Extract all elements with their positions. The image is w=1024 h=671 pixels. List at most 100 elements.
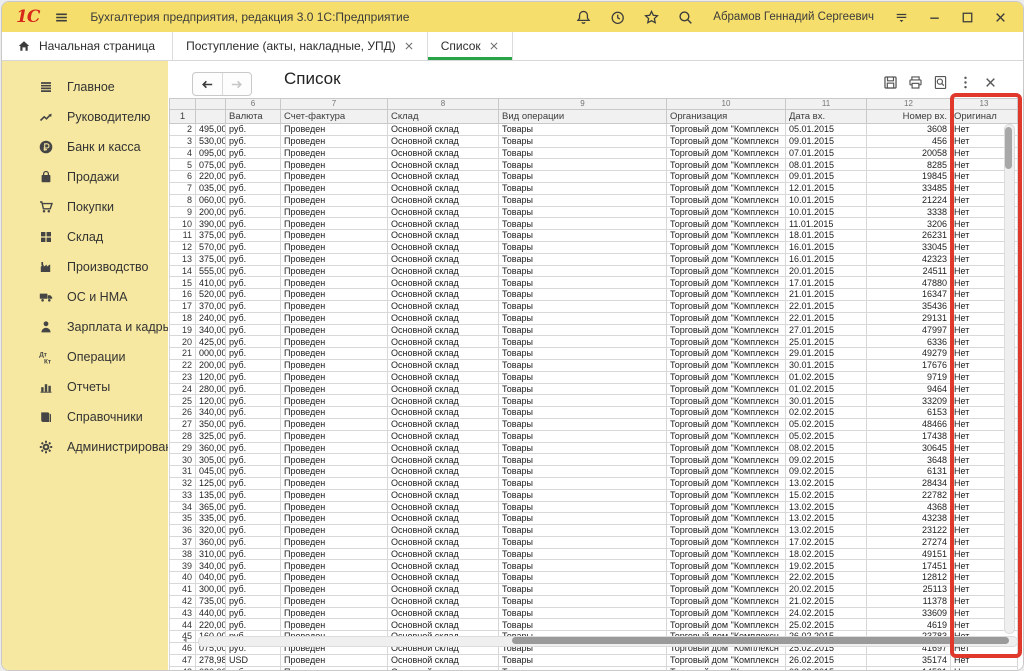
table-cell[interactable]: Основной склад [388,407,499,419]
table-cell[interactable]: руб. [226,595,281,607]
table-cell[interactable]: 12812 [867,572,951,584]
table-cell[interactable]: Проведен [281,206,388,218]
table-cell[interactable]: 47997 [867,324,951,336]
table-cell[interactable]: 425,00 [196,336,226,348]
table-row[interactable]: 36320,00руб.ПроведенОсновной складТовары… [170,525,1018,537]
table-cell[interactable]: 15 [170,277,196,289]
table-row[interactable]: 31045,00руб.ПроведенОсновной складТовары… [170,466,1018,478]
table-cell[interactable]: 33485 [867,182,951,194]
table-cell[interactable]: Основной склад [388,241,499,253]
table-cell[interactable]: Торговый дом "Комплексн [667,159,786,171]
table-row[interactable]: 24280,00руб.ПроведенОсновной складТовары… [170,383,1018,395]
table-cell[interactable]: Проведен [281,312,388,324]
table-cell[interactable]: Торговый дом "Комплексн [667,324,786,336]
table-cell[interactable]: Товары [499,241,667,253]
table-cell[interactable]: Товары [499,324,667,336]
table-cell[interactable]: 20.01.2015 [786,265,867,277]
table-cell[interactable]: 15.02.2015 [786,489,867,501]
table-cell[interactable]: 23 [170,371,196,383]
table-cell[interactable]: 09.02.2015 [786,466,867,478]
table-cell[interactable]: 8285 [867,159,951,171]
table-cell[interactable]: 200,00 [196,206,226,218]
table-cell[interactable]: 35436 [867,300,951,312]
table-cell[interactable]: 4619 [867,619,951,631]
table-cell[interactable]: Товары [499,619,667,631]
table-cell[interactable]: Торговый дом "Комплексн [667,147,786,159]
bell-icon[interactable] [575,9,592,26]
table-cell[interactable]: руб. [226,147,281,159]
table-cell[interactable]: Основной склад [388,548,499,560]
table-cell[interactable]: Торговый дом "Комплексн [667,230,786,242]
table-cell[interactable]: 10.01.2015 [786,206,867,218]
table-cell[interactable]: 24511 [867,265,951,277]
table-cell[interactable]: Проведен [281,277,388,289]
table-cell[interactable]: 280,00 [196,383,226,395]
table-cell[interactable]: 18 [170,312,196,324]
table-cell[interactable]: Торговый дом "Комплексн [667,466,786,478]
table-cell[interactable]: 48 [170,666,196,671]
table-cell[interactable]: руб. [226,194,281,206]
table-cell[interactable]: Товары [499,171,667,183]
table-cell[interactable]: 27274 [867,536,951,548]
table-cell[interactable]: 6336 [867,336,951,348]
table-cell[interactable]: Проведен [281,584,388,596]
table-cell[interactable]: 33609 [867,607,951,619]
table-cell[interactable]: 335,00 [196,513,226,525]
sidebar-item-person[interactable]: Зарплата и кадры [2,312,168,342]
maximize-icon[interactable] [959,9,976,26]
table-cell[interactable]: Торговый дом "Комплексн [667,312,786,324]
table-cell[interactable]: 28 [170,430,196,442]
horizontal-scrollbar[interactable] [198,636,1018,647]
table-cell[interactable]: 22 [170,359,196,371]
table-cell[interactable]: Основной склад [388,147,499,159]
table-cell[interactable]: 325,00 [196,430,226,442]
table-cell[interactable]: 120,00 [196,371,226,383]
table-cell[interactable]: Торговый дом "Комплексн [667,124,786,136]
table-cell[interactable]: 49151 [867,548,951,560]
table-cell[interactable]: руб. [226,513,281,525]
column-number-cell[interactable]: 8 [388,99,499,110]
table-cell[interactable]: 33045 [867,241,951,253]
table-cell[interactable]: 340,00 [196,560,226,572]
scroll-left-arrow-icon[interactable] [180,635,190,645]
table-cell[interactable]: 22.01.2015 [786,300,867,312]
table-cell[interactable]: 045,00 [196,466,226,478]
table-cell[interactable]: 075,00 [196,159,226,171]
table-cell[interactable]: 30 [170,454,196,466]
table-cell[interactable]: Торговый дом "Комплексн [667,536,786,548]
minimize-icon[interactable] [926,9,943,26]
table-cell[interactable]: 38 [170,548,196,560]
table-cell[interactable]: Проведен [281,124,388,136]
table-cell[interactable]: Торговый дом "Комплексн [667,619,786,631]
table-cell[interactable]: Проведен [281,171,388,183]
column-header[interactable]: Организация [667,110,786,124]
sidebar-item-gear[interactable]: Администрирование [2,432,168,462]
table-cell[interactable]: 09.02.2015 [786,454,867,466]
table-cell[interactable]: Торговый дом "Комплексн [667,395,786,407]
table-row[interactable]: 23120,00руб.ПроведенОсновной складТовары… [170,371,1018,383]
close-icon[interactable] [982,74,999,91]
table-cell[interactable]: 000,00 [196,348,226,360]
table-cell[interactable]: 3206 [867,218,951,230]
column-number-cell[interactable] [196,99,226,110]
table-row[interactable]: 21000,00руб.ПроведенОсновной складТовары… [170,348,1018,360]
sidebar-item-factory[interactable]: Производство [2,252,168,282]
column-number-cell[interactable]: 12 [867,99,951,110]
table-cell[interactable]: 12 [170,241,196,253]
horizontal-scrollbar-thumb[interactable] [512,637,1009,644]
table-cell[interactable]: Проведен [281,253,388,265]
table-cell[interactable]: 28434 [867,477,951,489]
table-cell[interactable]: Основной склад [388,454,499,466]
table-cell[interactable]: 05.02.2015 [786,430,867,442]
table-cell[interactable]: 42 [170,595,196,607]
table-cell[interactable]: Товары [499,525,667,537]
vertical-scrollbar-thumb[interactable] [1005,127,1012,169]
table-cell[interactable]: Торговый дом "Комплексн [667,501,786,513]
table-cell[interactable]: 120,00 [196,395,226,407]
table-cell[interactable]: Основной склад [388,418,499,430]
table-cell[interactable]: 19.02.2015 [786,560,867,572]
table-cell[interactable]: Товары [499,348,667,360]
table-cell[interactable]: Основной склад [388,477,499,489]
table-row[interactable]: 9200,00руб.ПроведенОсновной складТоварыТ… [170,206,1018,218]
table-cell[interactable]: Торговый дом "Комплексн [667,135,786,147]
